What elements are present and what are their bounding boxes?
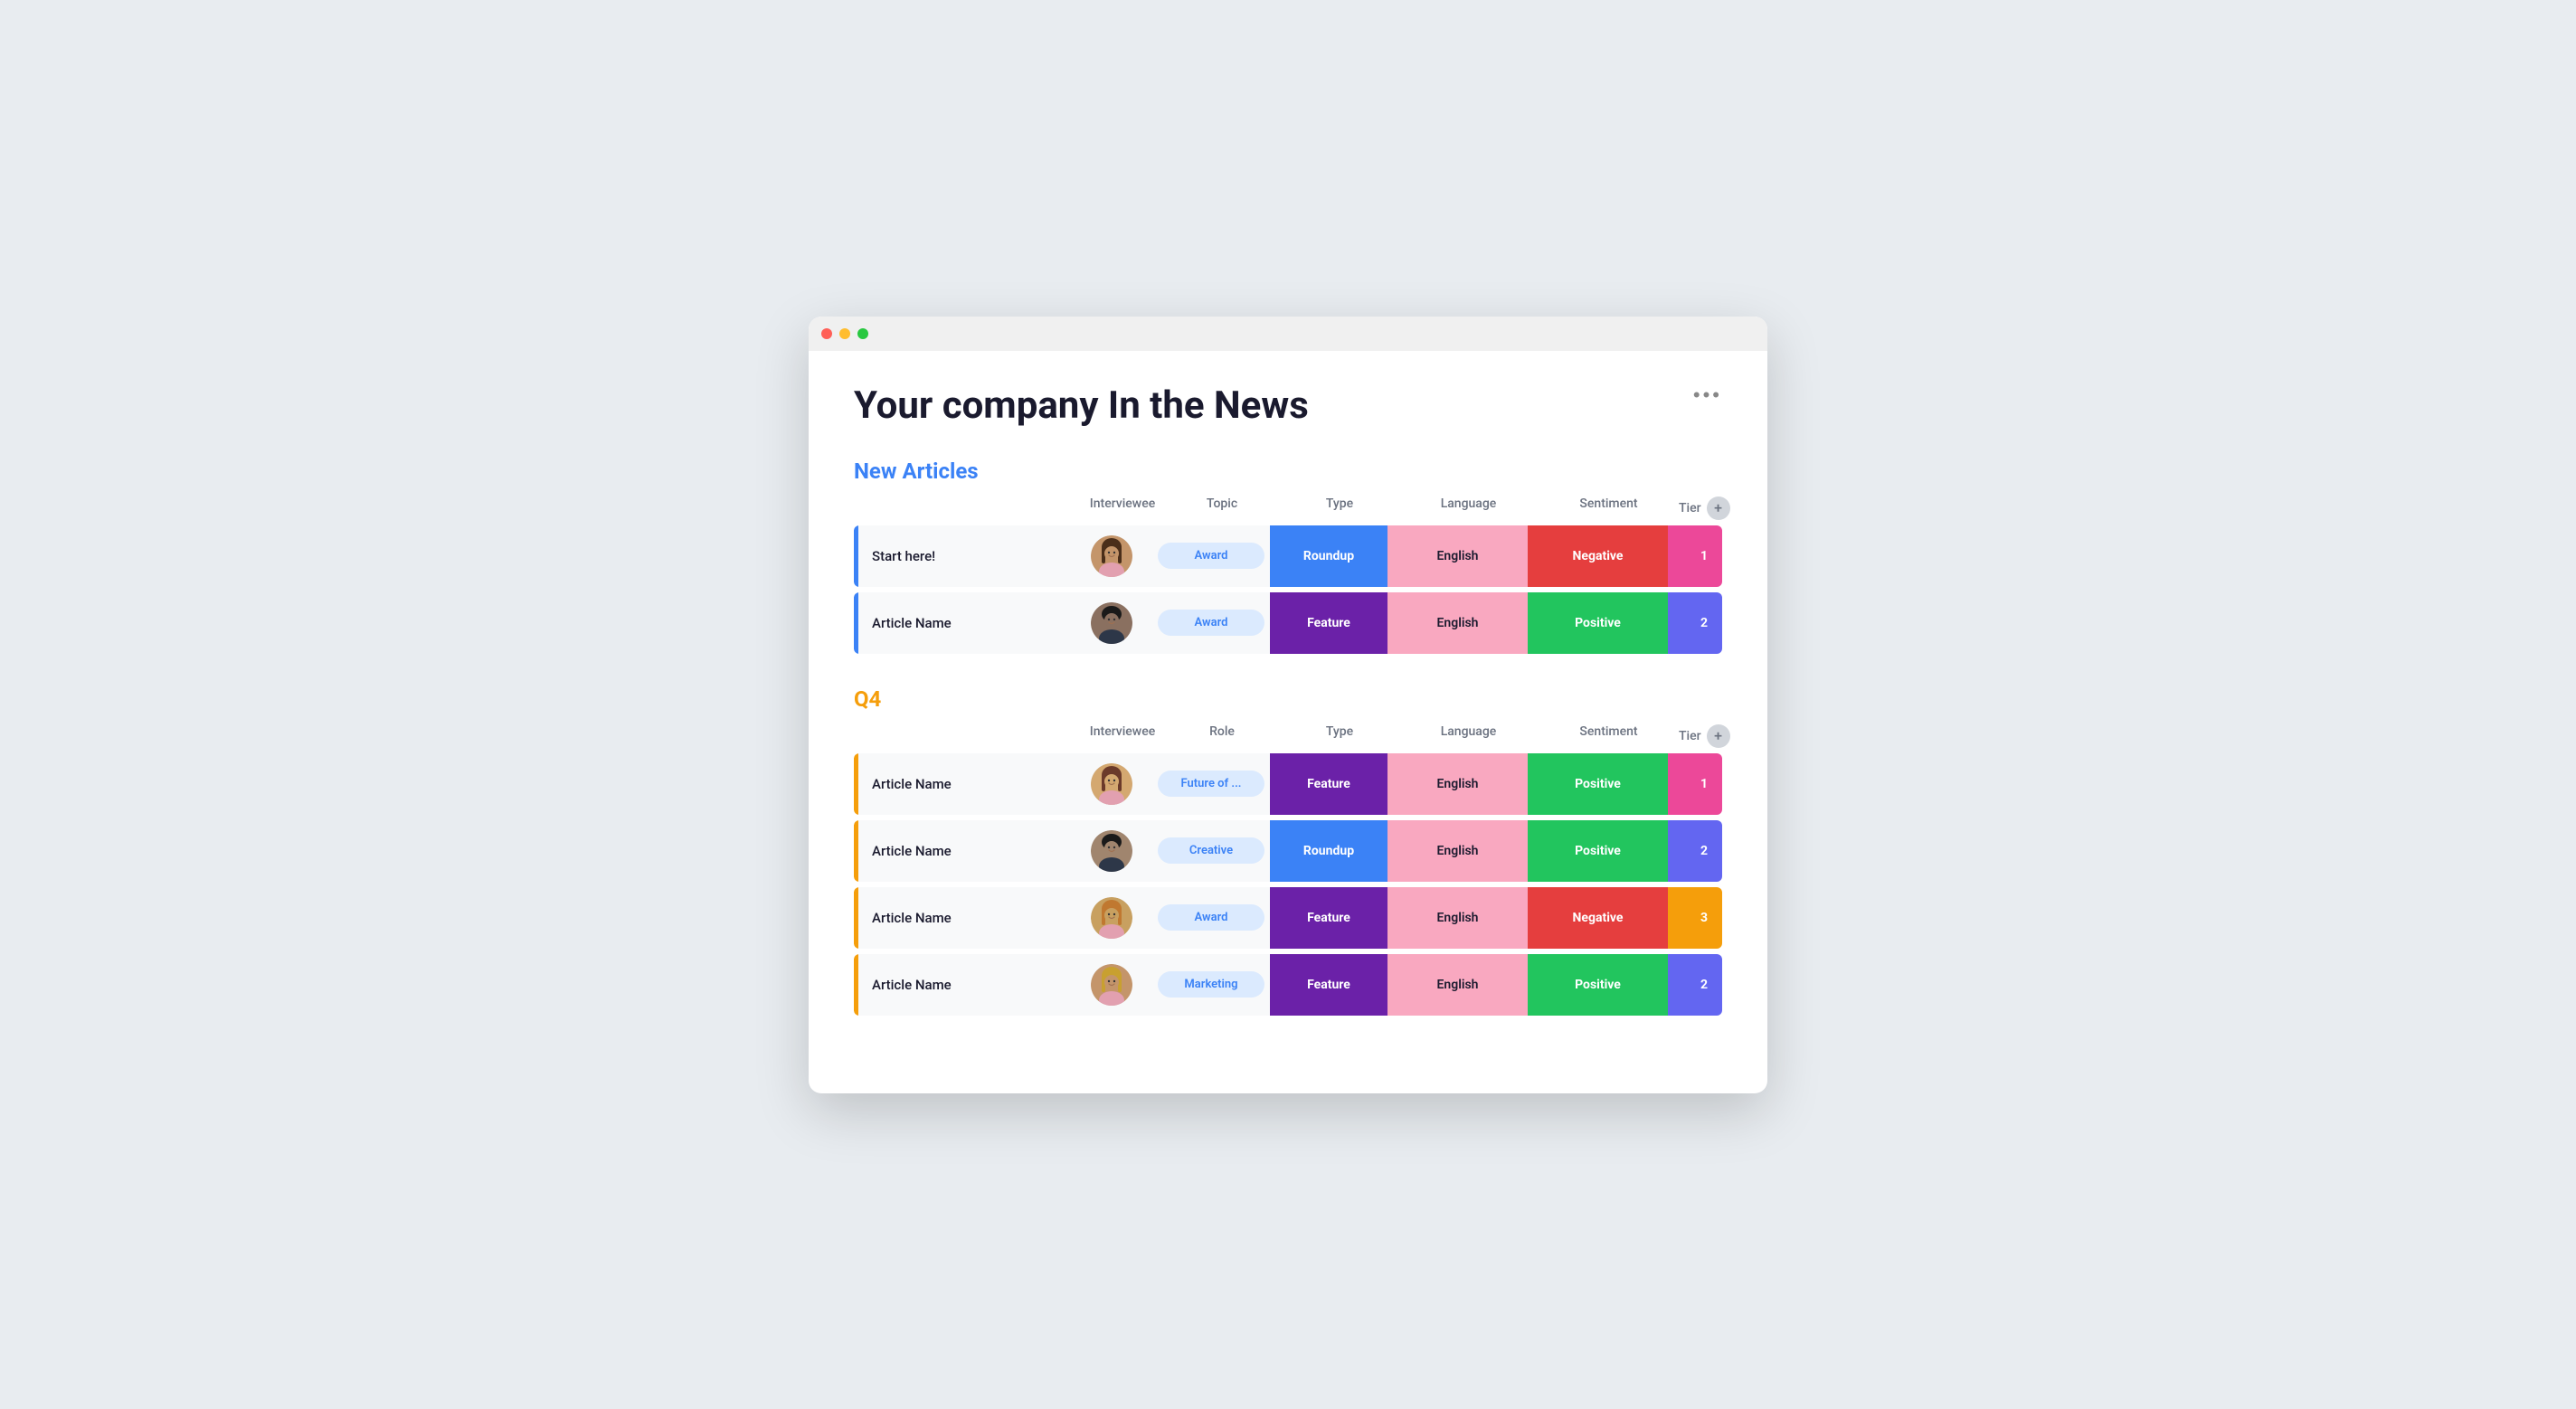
section-title-new-articles: New Articles (854, 459, 1722, 484)
page-title: Your company In the News (854, 383, 1722, 428)
tier-header: Tier+ (1679, 496, 1751, 520)
tier-header: Tier+ (1679, 724, 1751, 748)
tier-cell: 3 (1668, 887, 1722, 949)
table-row: Start here! AwardRoundupEnglishNegative1 (854, 525, 1722, 587)
topic-badge: Award (1152, 904, 1270, 931)
col-header-4: Language (1398, 724, 1539, 748)
col-header-2: Role (1163, 724, 1281, 748)
sentiment-cell: Positive (1528, 820, 1668, 882)
type-cell: Feature (1270, 887, 1387, 949)
row-accent (854, 820, 858, 882)
row-accent (854, 954, 858, 1016)
tier-cell: 2 (1668, 592, 1722, 654)
tier-cell: 2 (1668, 820, 1722, 882)
language-cell: English (1387, 592, 1528, 654)
tier-cell: 1 (1668, 525, 1722, 587)
article-name: Article Name (854, 843, 1071, 859)
avatar (1071, 602, 1152, 644)
type-cell: Feature (1270, 954, 1387, 1016)
table-row: Article Name AwardFeatureEnglishNegative… (854, 887, 1722, 949)
row-accent (854, 753, 858, 815)
tier-cell: 1 (1668, 753, 1722, 815)
col-header-3: Type (1281, 724, 1398, 748)
sentiment-cell: Negative (1528, 525, 1668, 587)
sentiment-cell: Negative (1528, 887, 1668, 949)
table-row: Article Name Future of ...FeatureEnglish… (854, 753, 1722, 815)
table-header-new-articles: IntervieweeTopicTypeLanguageSentimentTie… (854, 496, 1722, 525)
main-content: Your company In the News ••• New Article… (809, 351, 1767, 1093)
col-header-0 (865, 496, 1082, 520)
col-header-4: Language (1398, 496, 1539, 520)
section-new-articles: New Articles IntervieweeTopicTypeLanguage… (854, 459, 1722, 654)
tier-cell: 2 (1668, 954, 1722, 1016)
type-cell: Feature (1270, 592, 1387, 654)
maximize-dot[interactable] (857, 328, 868, 339)
col-header-2: Topic (1163, 496, 1281, 520)
sentiment-cell: Positive (1528, 954, 1668, 1016)
minimize-dot[interactable] (839, 328, 850, 339)
row-accent (854, 592, 858, 654)
language-cell: English (1387, 887, 1528, 949)
section-title-q4: Q4 (854, 686, 1722, 712)
col-header-0 (865, 724, 1082, 748)
avatar (1071, 535, 1152, 577)
article-name: Article Name (854, 615, 1071, 631)
app-window: Your company In the News ••• New Article… (809, 317, 1767, 1093)
sentiment-cell: Positive (1528, 753, 1668, 815)
topic-badge: Marketing (1152, 971, 1270, 998)
language-cell: English (1387, 525, 1528, 587)
article-name: Article Name (854, 776, 1071, 792)
row-accent (854, 887, 858, 949)
language-cell: English (1387, 954, 1528, 1016)
article-name: Article Name (854, 977, 1071, 993)
table-row: Article Name MarketingFeatureEnglishPosi… (854, 954, 1722, 1016)
article-name: Article Name (854, 910, 1071, 926)
type-cell: Roundup (1270, 525, 1387, 587)
section-q4: Q4 IntervieweeRoleTypeLanguageSentimentTi… (854, 686, 1722, 1016)
table-row: Article Name CreativeRoundupEnglishPosit… (854, 820, 1722, 882)
language-cell: English (1387, 753, 1528, 815)
titlebar (809, 317, 1767, 351)
col-header-1: Interviewee (1082, 724, 1163, 748)
col-header-5: Sentiment (1539, 496, 1679, 520)
avatar (1071, 964, 1152, 1006)
avatar (1071, 763, 1152, 805)
col-header-3: Type (1281, 496, 1398, 520)
close-dot[interactable] (821, 328, 832, 339)
article-name: Start here! (854, 548, 1071, 564)
sentiment-cell: Positive (1528, 592, 1668, 654)
topic-badge: Award (1152, 543, 1270, 569)
topic-badge: Creative (1152, 837, 1270, 864)
sections-container: New ArticlesIntervieweeTopicTypeLanguage… (854, 459, 1722, 1016)
add-column-button-new-articles[interactable]: + (1707, 496, 1730, 520)
add-column-button-q4[interactable]: + (1707, 724, 1730, 748)
avatar (1071, 897, 1152, 939)
type-cell: Feature (1270, 753, 1387, 815)
col-header-5: Sentiment (1539, 724, 1679, 748)
topic-badge: Award (1152, 610, 1270, 636)
more-options-button[interactable]: ••• (1693, 383, 1722, 407)
avatar (1071, 830, 1152, 872)
table-row: Article Name AwardFeatureEnglishPositive… (854, 592, 1722, 654)
language-cell: English (1387, 820, 1528, 882)
table-header-q4: IntervieweeRoleTypeLanguageSentimentTier… (854, 724, 1722, 753)
row-accent (854, 525, 858, 587)
col-header-1: Interviewee (1082, 496, 1163, 520)
type-cell: Roundup (1270, 820, 1387, 882)
topic-badge: Future of ... (1152, 771, 1270, 797)
